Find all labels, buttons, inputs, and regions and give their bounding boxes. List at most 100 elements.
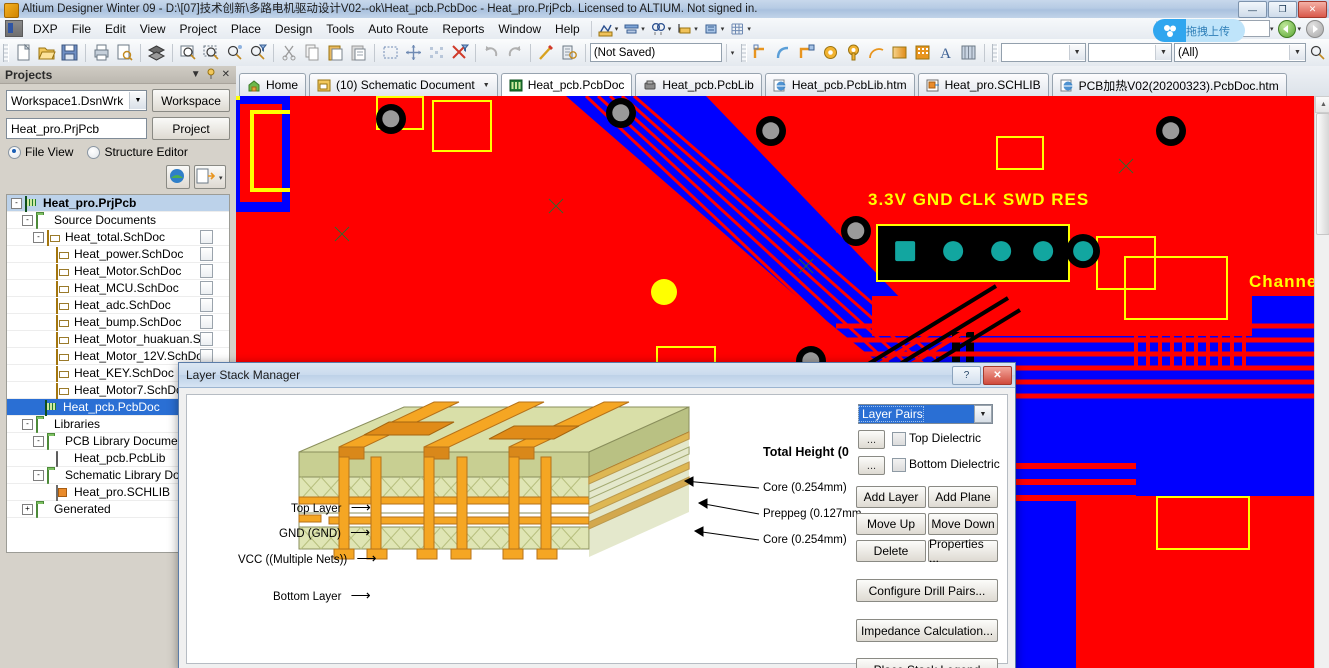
forward-nav-icon[interactable] <box>1306 20 1324 38</box>
dimension-dropdown-icon[interactable]: ▾ <box>694 25 698 33</box>
tree-item[interactable]: Heat_adc.SchDoc <box>7 297 229 314</box>
paste-special-icon[interactable] <box>348 42 369 63</box>
toolbar-overflow-icon[interactable]: ▾ <box>731 49 735 57</box>
place-via-icon[interactable] <box>843 42 864 63</box>
menu-item-edit[interactable]: Edit <box>98 20 133 38</box>
select-area-icon[interactable] <box>380 42 401 63</box>
workspace-combo[interactable]: Workspace1.DsnWrk ▼ <box>6 90 147 111</box>
tree-item[interactable]: -Heat_pro.PrjPcb <box>7 195 229 212</box>
cloud-path-dropdown-icon[interactable]: ▾ <box>1270 25 1274 33</box>
tree-item[interactable]: Heat_Motor.SchDoc <box>7 263 229 280</box>
tree-expander[interactable]: - <box>33 232 44 243</box>
place-toolbar-grip[interactable] <box>741 44 747 62</box>
tab-pcb-heating-htm[interactable]: PCB加热V02(20200323).PcbDoc.htm <box>1052 73 1287 96</box>
place-pad-icon[interactable] <box>820 42 841 63</box>
tab-heat-pcb-pcblib-htm[interactable]: Heat_pcb.PcbLib.htm <box>765 73 915 96</box>
align-tool-icon[interactable] <box>623 21 640 37</box>
tab-dropdown-icon[interactable]: ▼ <box>483 82 490 89</box>
place-fill-icon[interactable] <box>797 42 818 63</box>
measure-tool-icon[interactable] <box>597 21 614 37</box>
panel-menu-icon[interactable]: ▼ <box>191 69 201 80</box>
impedance-calculation-button[interactable]: Impedance Calculation... <box>856 619 998 642</box>
new-document-icon[interactable] <box>13 42 34 63</box>
redo-icon[interactable] <box>504 42 525 63</box>
print-preview-icon[interactable] <box>114 42 135 63</box>
menu-item-window[interactable]: Window <box>491 20 548 38</box>
place-string-icon[interactable]: A <box>935 42 956 63</box>
canvas-vertical-scrollbar[interactable]: ▲ <box>1314 96 1329 668</box>
menu-item-view[interactable]: View <box>133 20 173 38</box>
add-layer-button[interactable]: Add Layer <box>856 486 926 508</box>
zoom-filter-icon[interactable] <box>247 42 268 63</box>
cut-icon[interactable] <box>279 42 300 63</box>
toolbar-grip[interactable] <box>3 44 9 62</box>
save-state-field[interactable]: (Not Saved) <box>590 43 722 62</box>
board-layers-icon[interactable] <box>146 42 167 63</box>
menu-item-file[interactable]: File <box>65 20 98 38</box>
compile-project-icon[interactable] <box>166 165 190 189</box>
menu-item-help[interactable]: Help <box>548 20 587 38</box>
delete-button[interactable]: Delete <box>856 540 926 562</box>
layer-dropdown-icon[interactable]: ▾ <box>721 25 725 33</box>
radio-file-view[interactable]: File View <box>8 145 73 159</box>
tree-item[interactable]: Heat_MCU.SchDoc <box>7 280 229 297</box>
tab-heat-pro-schlib[interactable]: Heat_pro.SCHLIB <box>918 73 1049 96</box>
tree-expander[interactable]: - <box>22 419 33 430</box>
menu-item-reports[interactable]: Reports <box>435 20 491 38</box>
project-button[interactable]: Project <box>152 117 230 140</box>
tab-heat-pcb-pcbdoc[interactable]: Heat_pcb.PcbDoc <box>501 73 633 96</box>
tree-expander[interactable]: - <box>22 215 33 226</box>
bottom-dielectric-ellipsis-button[interactable]: ... <box>858 456 885 475</box>
move-up-button[interactable]: Move Up <box>856 513 926 535</box>
layer-filter-arrow[interactable]: ▼ <box>1289 45 1305 60</box>
paste-icon[interactable] <box>325 42 346 63</box>
menu-item-design[interactable]: Design <box>268 20 319 38</box>
panel-pin-icon[interactable] <box>206 68 217 82</box>
layer-filter-combo[interactable]: (All) ▼ <box>1174 43 1306 62</box>
open-document-icon[interactable]: ▾ <box>194 165 226 189</box>
back-nav-icon[interactable] <box>1278 20 1296 38</box>
filter-toolbar-grip[interactable] <box>992 44 998 62</box>
dialog-help-button[interactable]: ? <box>952 366 981 385</box>
grid-tool-icon[interactable] <box>729 21 746 37</box>
workspace-button[interactable]: Workspace <box>152 89 230 112</box>
add-plane-button[interactable]: Add Plane <box>928 486 998 508</box>
clear-filter-icon[interactable] <box>449 42 470 63</box>
tree-expander[interactable]: - <box>33 436 44 447</box>
move-down-button[interactable]: Move Down <box>928 513 998 535</box>
top-dielectric-ellipsis-button[interactable]: ... <box>858 430 885 449</box>
panel-close-icon[interactable]: ✕ <box>222 69 230 80</box>
deselect-icon[interactable] <box>426 42 447 63</box>
workspace-dropdown-icon[interactable]: ▼ <box>129 92 146 109</box>
tree-expander[interactable]: + <box>22 504 33 515</box>
menu-item-dxp[interactable]: DXP <box>26 20 65 38</box>
minimize-button[interactable]: — <box>1238 1 1267 18</box>
stack-mode-combo[interactable]: Layer Pairs ▼ <box>858 404 993 424</box>
copy-icon[interactable] <box>302 42 323 63</box>
menu-item-project[interactable]: Project <box>173 20 224 38</box>
place-arc-icon[interactable] <box>774 42 795 63</box>
grid-dropdown-icon[interactable]: ▾ <box>747 25 751 33</box>
radio-structure-editor[interactable]: Structure Editor <box>87 145 187 159</box>
filter-combo-2-arrow[interactable]: ▼ <box>1155 45 1171 60</box>
find-dropdown-icon[interactable]: ▾ <box>668 25 672 33</box>
drag-upload-button[interactable]: 拖拽上传 <box>1153 19 1245 42</box>
move-icon[interactable] <box>403 42 424 63</box>
menu-item-auto-route[interactable]: Auto Route <box>361 20 435 38</box>
zoom-selected-icon[interactable] <box>224 42 245 63</box>
inspector-icon[interactable] <box>559 42 580 63</box>
find-tool-icon[interactable] <box>650 21 667 37</box>
zoom-all-icon[interactable] <box>178 42 199 63</box>
place-polygon-icon[interactable] <box>889 42 910 63</box>
place-track-icon[interactable] <box>751 42 772 63</box>
filter-search-icon[interactable] <box>1307 42 1328 63</box>
align-dropdown-icon[interactable]: ▾ <box>641 25 645 33</box>
tree-expander[interactable]: - <box>33 470 44 481</box>
scroll-up-button[interactable]: ▲ <box>1315 96 1329 113</box>
measure-dropdown-icon[interactable]: ▾ <box>615 25 619 33</box>
place-arc-center-icon[interactable] <box>866 42 887 63</box>
back-nav-dropdown-icon[interactable]: ▾ <box>1297 25 1301 33</box>
close-button[interactable]: ✕ <box>1298 1 1327 18</box>
wand-icon[interactable] <box>536 42 557 63</box>
filter-combo-1-arrow[interactable]: ▼ <box>1069 45 1085 60</box>
